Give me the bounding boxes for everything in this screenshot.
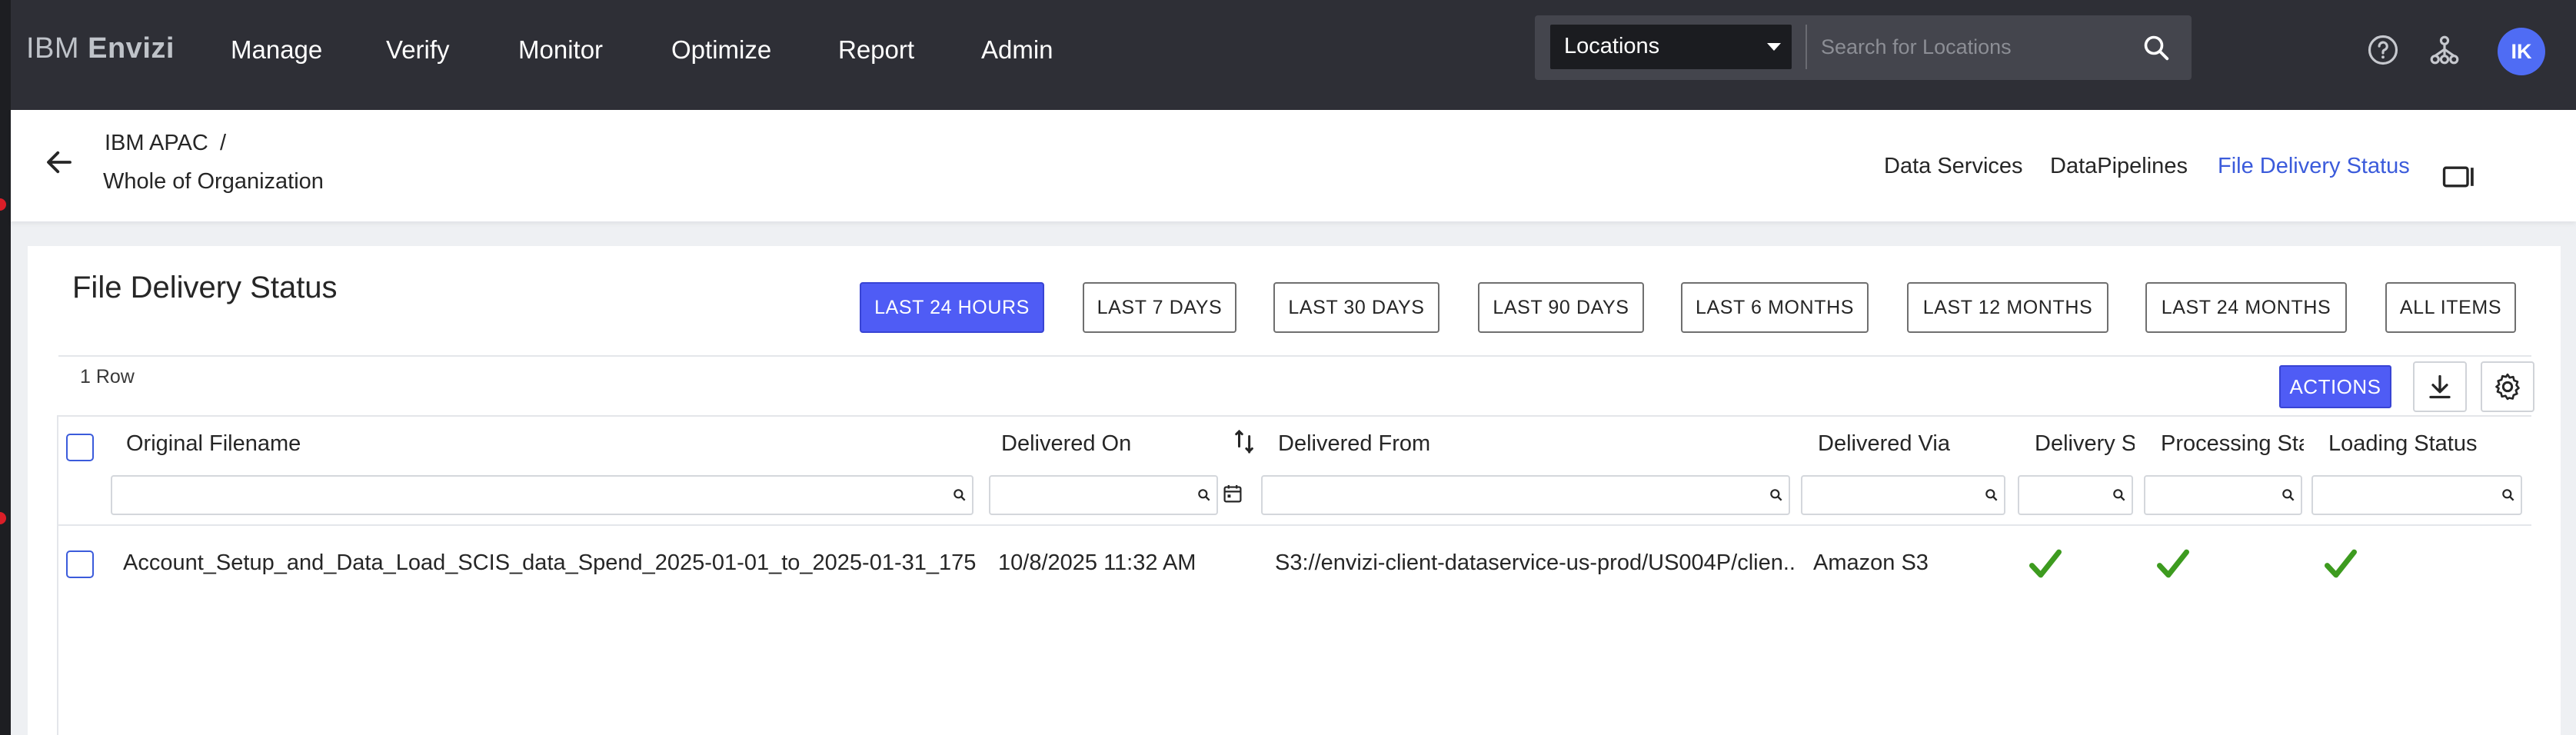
nav-item-verify[interactable]: Verify bbox=[386, 35, 450, 65]
range-last-30-days[interactable]: LAST 30 DAYS bbox=[1273, 282, 1439, 333]
sort-icon[interactable] bbox=[1233, 429, 1256, 455]
grid-left-border bbox=[57, 415, 58, 735]
row-count: 1 Row bbox=[80, 366, 135, 387]
subnav-data-services[interactable]: Data Services bbox=[1884, 154, 2023, 179]
range-last-90-days[interactable]: LAST 90 DAYS bbox=[1478, 282, 1644, 333]
location-select-value: Locations bbox=[1564, 34, 1660, 58]
nav-item-admin[interactable]: Admin bbox=[981, 35, 1053, 65]
checkmark-icon bbox=[2029, 549, 2062, 578]
col-loading-status[interactable]: Loading Status bbox=[2328, 431, 2498, 457]
divider bbox=[58, 415, 2531, 417]
col-original-filename[interactable]: Original Filename bbox=[126, 431, 557, 457]
filter-processing-status[interactable] bbox=[2144, 475, 2302, 515]
search-icon bbox=[1198, 489, 1210, 501]
calendar-icon[interactable] bbox=[1223, 483, 1243, 504]
caret-down-icon bbox=[1767, 43, 1781, 51]
divider bbox=[58, 355, 2531, 357]
breadcrumb-parent[interactable]: IBM APAC bbox=[105, 131, 208, 156]
notification-dot bbox=[0, 512, 6, 524]
filter-delivery-status[interactable] bbox=[2018, 475, 2133, 515]
help-icon[interactable] bbox=[2367, 34, 2399, 66]
search-icon bbox=[954, 489, 966, 501]
location-search-input[interactable] bbox=[1809, 25, 2147, 69]
divider bbox=[58, 524, 2531, 526]
settings-button[interactable] bbox=[2481, 361, 2534, 412]
breadcrumb-current: Whole of Organization bbox=[103, 169, 324, 194]
search-icon[interactable] bbox=[2142, 34, 2170, 62]
cell-delivered-via: Amazon S3 bbox=[1813, 550, 1929, 575]
col-delivered-from[interactable]: Delivered From bbox=[1278, 431, 1662, 457]
filter-delivered-via[interactable] bbox=[1801, 475, 2005, 515]
nav-item-optimize[interactable]: Optimize bbox=[671, 35, 771, 65]
notification-dot bbox=[0, 198, 6, 211]
breadcrumb-separator: / bbox=[220, 131, 227, 155]
cell-filename[interactable]: Account_Setup_and_Data_Load_SCIS_data_Sp… bbox=[123, 550, 977, 576]
range-last-6-months[interactable]: LAST 6 MONTHS bbox=[1681, 282, 1869, 333]
nav-item-report[interactable]: Report bbox=[838, 35, 914, 65]
filter-loading-status[interactable] bbox=[2311, 475, 2522, 515]
col-delivered-via[interactable]: Delivered Via bbox=[1818, 431, 2002, 457]
range-last-24-hours[interactable]: LAST 24 HOURS bbox=[860, 282, 1044, 333]
col-delivery-status[interactable]: Delivery S bbox=[2035, 431, 2135, 457]
search-icon bbox=[2113, 489, 2125, 501]
search-icon bbox=[1770, 489, 1782, 501]
arrow-left-icon[interactable] bbox=[43, 146, 75, 178]
avatar[interactable]: IK bbox=[2498, 28, 2545, 75]
row-checkbox[interactable] bbox=[66, 550, 94, 578]
cell-delivered-on: 10/8/2025 11:32 AM bbox=[998, 550, 1196, 575]
range-last-12-months[interactable]: LAST 12 MONTHS bbox=[1907, 282, 2108, 333]
filter-delivered-from[interactable] bbox=[1261, 475, 1790, 515]
brand-logo[interactable]: IBM Envizi bbox=[26, 32, 175, 65]
brand-name: Envizi bbox=[88, 32, 175, 65]
gear-icon bbox=[2495, 373, 2520, 401]
checkmark-icon bbox=[2157, 549, 2189, 578]
subnav-file-delivery-status[interactable]: File Delivery Status bbox=[2218, 154, 2410, 179]
subnav-datapipelines[interactable]: DataPipelines bbox=[2050, 154, 2188, 179]
col-processing-status[interactable]: Processing Sta bbox=[2161, 431, 2304, 457]
range-last-7-days[interactable]: LAST 7 DAYS bbox=[1083, 282, 1236, 333]
sub-header bbox=[11, 110, 2576, 221]
filter-delivered-on[interactable] bbox=[989, 475, 1218, 515]
cell-delivered-from: S3://envizi-client-dataservice-us-prod/U… bbox=[1275, 550, 1795, 575]
search-icon bbox=[2502, 489, 2514, 501]
checkmark-icon bbox=[2325, 549, 2357, 578]
select-all-checkbox[interactable] bbox=[66, 434, 94, 461]
search-icon bbox=[2282, 489, 2295, 501]
download-button[interactable] bbox=[2413, 361, 2467, 412]
panel-icon[interactable] bbox=[2442, 163, 2476, 191]
hierarchy-icon[interactable] bbox=[2428, 34, 2461, 66]
search-divider bbox=[1806, 25, 1807, 69]
nav-item-monitor[interactable]: Monitor bbox=[518, 35, 603, 65]
range-all-items[interactable]: ALL ITEMS bbox=[2385, 282, 2516, 333]
range-last-24-months[interactable]: LAST 24 MONTHS bbox=[2145, 282, 2347, 333]
brand-prefix: IBM bbox=[26, 32, 80, 65]
page-title: File Delivery Status bbox=[72, 271, 338, 304]
location-type-select[interactable]: Locations bbox=[1550, 25, 1792, 69]
left-edge-strip bbox=[0, 0, 11, 735]
col-delivered-on[interactable]: Delivered On bbox=[1001, 431, 1216, 457]
search-icon bbox=[1985, 489, 1998, 501]
actions-button[interactable]: ACTIONS bbox=[2279, 365, 2391, 408]
nav-item-manage[interactable]: Manage bbox=[231, 35, 322, 65]
filter-original-filename[interactable] bbox=[111, 475, 973, 515]
download-icon bbox=[2429, 374, 2451, 399]
